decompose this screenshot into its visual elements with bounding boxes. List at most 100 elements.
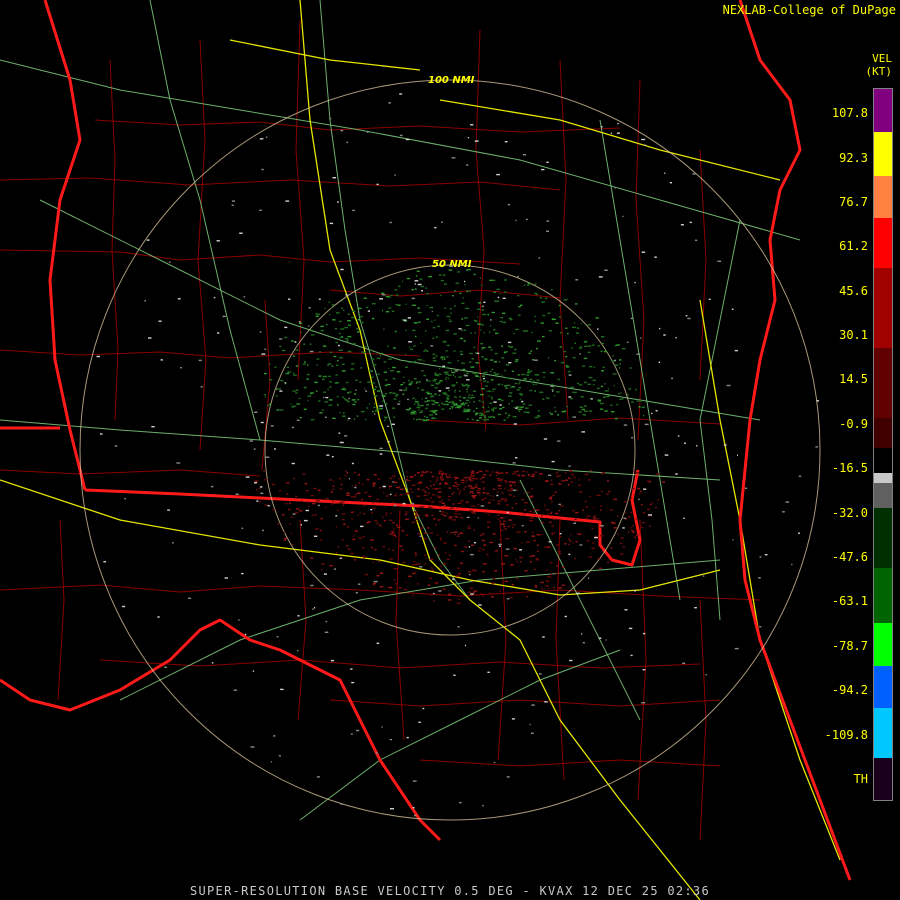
echo-pixel bbox=[388, 486, 390, 488]
echo-pixel bbox=[379, 447, 383, 450]
echo-pixel bbox=[496, 474, 498, 476]
legend-label: -32.0 bbox=[831, 506, 868, 520]
echo-pixel bbox=[442, 403, 447, 406]
echo-pixel bbox=[565, 364, 569, 367]
echo-pixel bbox=[314, 535, 318, 537]
echo-pixel bbox=[261, 168, 264, 171]
echo-pixel bbox=[587, 324, 592, 326]
echo-pixel bbox=[468, 394, 471, 396]
echo-pixel bbox=[371, 382, 375, 384]
echo-pixel bbox=[447, 476, 449, 478]
echo-pixel bbox=[467, 396, 469, 399]
echo-pixel bbox=[340, 328, 345, 330]
echo-pixel bbox=[443, 371, 447, 373]
echo-pixel bbox=[495, 471, 499, 473]
echo-pixel bbox=[635, 388, 637, 391]
echo-pixel bbox=[310, 584, 314, 587]
echo-pixel bbox=[271, 483, 276, 486]
echo-pixel bbox=[411, 484, 416, 486]
echo-pixel bbox=[462, 297, 464, 299]
echo-pixel bbox=[439, 510, 441, 512]
echo-pixel bbox=[295, 389, 299, 391]
echo-pixel bbox=[430, 345, 434, 347]
echo-pixel bbox=[507, 345, 510, 347]
echo-pixel bbox=[368, 495, 372, 498]
echo-pixel bbox=[351, 462, 354, 465]
echo-pixel bbox=[441, 358, 444, 361]
echo-pixel bbox=[498, 487, 502, 490]
echo-pixel bbox=[323, 396, 325, 399]
echo-pixel bbox=[343, 398, 346, 400]
echo-pixel bbox=[631, 401, 634, 403]
echo-pixel bbox=[263, 394, 267, 396]
echo-pixel bbox=[388, 307, 392, 309]
echo-pixel bbox=[489, 592, 491, 594]
echo-pixel bbox=[412, 304, 416, 306]
echo-pixel bbox=[325, 396, 329, 399]
echo-pixel bbox=[483, 371, 488, 374]
echo-pixel bbox=[551, 460, 555, 463]
echo-pixel bbox=[420, 342, 422, 344]
echo-pixel bbox=[340, 129, 344, 132]
echo-pixel bbox=[469, 352, 473, 355]
echo-pixel bbox=[512, 473, 516, 475]
echo-pixel bbox=[426, 379, 428, 381]
echo-pixel bbox=[231, 200, 235, 202]
echo-pixel bbox=[504, 412, 508, 414]
echo-pixel bbox=[434, 227, 437, 229]
echo-pixel bbox=[588, 376, 593, 379]
echo-pixel bbox=[569, 574, 571, 576]
echo-pixel bbox=[535, 586, 538, 588]
legend-label: 45.6 bbox=[839, 284, 868, 298]
echo-pixel bbox=[506, 384, 511, 386]
echo-pixel bbox=[536, 544, 539, 546]
echo-pixel bbox=[438, 501, 442, 503]
echo-pixel bbox=[427, 527, 430, 529]
echo-pixel bbox=[527, 369, 530, 371]
echo-pixel bbox=[376, 357, 381, 359]
echo-pixel bbox=[567, 370, 571, 373]
echo-pixel bbox=[521, 373, 526, 376]
echo-pixel bbox=[331, 485, 335, 487]
echo-pixel bbox=[395, 492, 397, 495]
echo-pixel bbox=[442, 274, 446, 276]
echo-pixel bbox=[502, 297, 506, 299]
echo-pixel bbox=[417, 358, 421, 361]
echo-pixel bbox=[573, 476, 576, 478]
echo-pixel bbox=[264, 479, 268, 481]
echo-pixel bbox=[598, 276, 603, 278]
echo-pixel bbox=[440, 565, 442, 568]
echo-pixel bbox=[444, 358, 446, 360]
echo-pixel bbox=[481, 347, 486, 349]
echo-pixel bbox=[330, 503, 333, 505]
echo-pixel bbox=[188, 597, 192, 599]
echo-pixel bbox=[513, 547, 517, 550]
echo-pixel bbox=[458, 572, 461, 575]
echo-pixel bbox=[553, 586, 555, 589]
echo-pixel bbox=[589, 398, 591, 400]
echo-pixel bbox=[459, 562, 463, 565]
echo-pixel bbox=[449, 507, 454, 509]
echo-pixel bbox=[319, 539, 323, 541]
echo-pixel bbox=[526, 596, 528, 598]
echo-pixel bbox=[600, 505, 603, 507]
echo-pixel bbox=[529, 370, 533, 372]
echo-pixel bbox=[527, 284, 530, 286]
echo-pixel bbox=[627, 531, 629, 533]
echo-pixel bbox=[335, 515, 338, 517]
echo-pixel bbox=[264, 372, 267, 375]
echo-pixel bbox=[600, 408, 604, 410]
echo-pixel bbox=[482, 805, 484, 807]
echo-pixel bbox=[392, 366, 396, 369]
echo-pixel bbox=[491, 582, 495, 585]
echo-pixel bbox=[443, 356, 445, 359]
echo-pixel bbox=[293, 477, 296, 480]
echo-pixel bbox=[333, 480, 335, 482]
echo-pixel bbox=[279, 345, 282, 348]
legend-color-segment bbox=[873, 666, 893, 708]
echo-pixel bbox=[406, 476, 408, 478]
echo-pixel bbox=[235, 493, 239, 495]
echo-pixel bbox=[564, 615, 567, 618]
echo-pixel bbox=[490, 349, 493, 351]
echo-pixel bbox=[281, 349, 286, 352]
